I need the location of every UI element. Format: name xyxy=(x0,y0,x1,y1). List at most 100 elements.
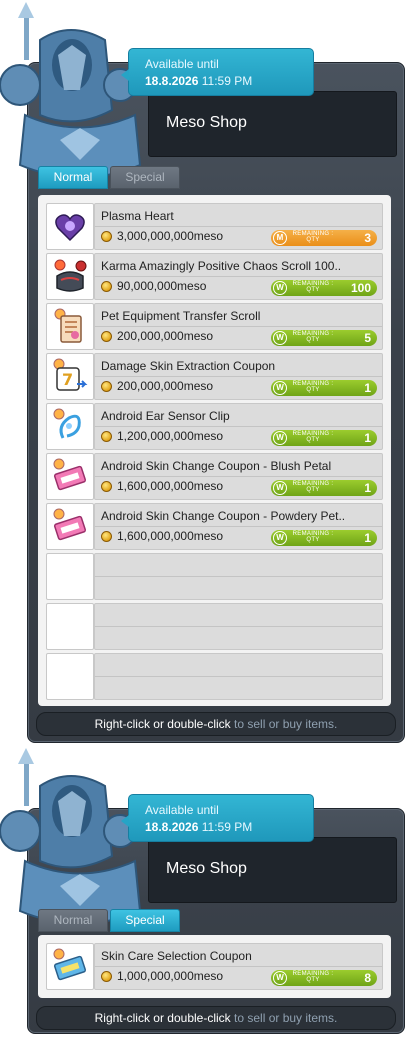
meso-coin-icon xyxy=(101,231,112,242)
item-info: Android Ear Sensor Clip 1,200,000,000mes… xyxy=(94,403,383,450)
list-item[interactable]: Android Ear Sensor Clip 1,200,000,000mes… xyxy=(46,403,383,450)
item-icon-slot xyxy=(46,453,94,500)
item-icon-slot: 7 xyxy=(46,353,94,400)
meso-coin-icon xyxy=(101,971,112,982)
damage-skin-coupon-icon: 7 xyxy=(53,358,88,391)
item-name: Android Skin Change Coupon - Powdery Pet… xyxy=(101,509,346,523)
world-badge-icon: W xyxy=(273,481,287,495)
empty-slot xyxy=(46,653,383,700)
skin-care-coupon-icon xyxy=(53,948,87,981)
tab-special[interactable]: Special xyxy=(110,909,180,932)
remaining-qty-value: 3 xyxy=(364,231,371,245)
pet-scroll-icon xyxy=(54,308,82,343)
meso-coin-icon xyxy=(101,531,112,542)
meso-coin-icon xyxy=(101,431,112,442)
plasma-heart-icon xyxy=(55,214,85,242)
item-name: Skin Care Selection Coupon xyxy=(101,949,252,963)
item-icon-slot xyxy=(46,503,94,550)
remaining-qty-value: 1 xyxy=(364,531,371,545)
availability-datetime: 18.8.2026 11:59 PM xyxy=(145,820,253,834)
remaining-qty-value: 5 xyxy=(364,331,371,345)
list-item[interactable]: Plasma Heart 3,000,000,000meso M REMAINI… xyxy=(46,203,383,250)
svg-text:7: 7 xyxy=(62,370,73,389)
skin-coupon-pink-icon xyxy=(53,458,87,491)
remaining-qty-badge: M REMAINING : QTY 3 xyxy=(271,230,377,246)
item-price: 1,600,000,000meso xyxy=(117,479,224,493)
item-info: Damage Skin Extraction Coupon 200,000,00… xyxy=(94,353,383,400)
item-price: 90,000,000meso xyxy=(117,279,207,293)
footer-hint: Right-click or double-click to sell or b… xyxy=(36,712,396,736)
list-item[interactable]: Karma Amazingly Positive Chaos Scroll 10… xyxy=(46,253,383,300)
item-info: Android Skin Change Coupon - Powdery Pet… xyxy=(94,503,383,550)
remaining-qty-value: 8 xyxy=(364,971,371,985)
item-price: 3,000,000,000meso xyxy=(117,229,224,243)
item-name: Android Skin Change Coupon - Blush Petal xyxy=(101,459,332,473)
remaining-qty-badge: W REMAINING : QTY 1 xyxy=(271,430,377,446)
ear-sensor-clip-icon xyxy=(53,408,81,439)
shop-title: Meso Shop xyxy=(166,114,247,131)
list-item[interactable]: Android Skin Change Coupon - Powdery Pet… xyxy=(46,503,383,550)
item-icon-slot xyxy=(46,253,94,300)
item-list: Skin Care Selection Coupon 1,000,000,000… xyxy=(38,935,391,998)
meso-coin-icon xyxy=(101,381,112,392)
skin-coupon-pink-icon xyxy=(53,508,87,541)
item-name: Karma Amazingly Positive Chaos Scroll 10… xyxy=(101,259,342,273)
remaining-qty-badge: W REMAINING : QTY 8 xyxy=(271,970,377,986)
item-icon-slot xyxy=(46,203,94,250)
remaining-qty-label: REMAINING : QTY xyxy=(292,971,334,983)
footer-hint: Right-click or double-click to sell or b… xyxy=(36,1006,396,1030)
world-badge-icon: M xyxy=(273,231,287,245)
item-name: Android Ear Sensor Clip xyxy=(101,409,230,423)
item-name: Damage Skin Extraction Coupon xyxy=(101,359,276,373)
empty-slot xyxy=(46,603,383,650)
world-badge-icon: W xyxy=(273,331,287,345)
item-icon-slot xyxy=(46,943,94,990)
item-price: 200,000,000meso xyxy=(117,379,214,393)
remaining-qty-label: REMAINING : QTY xyxy=(292,281,334,293)
meso-coin-icon xyxy=(101,481,112,492)
item-price: 200,000,000meso xyxy=(117,329,214,343)
item-price: 1,000,000,000meso xyxy=(117,969,224,983)
remaining-qty-label: REMAINING : QTY xyxy=(292,481,334,493)
meso-shop-window-normal: Available until 18.8.2026 11:59 PM Meso … xyxy=(0,0,406,745)
item-price: 1,600,000,000meso xyxy=(117,529,224,543)
remaining-qty-label: REMAINING : QTY xyxy=(292,381,334,393)
meso-coin-icon xyxy=(101,281,112,292)
remaining-qty-value: 1 xyxy=(364,381,371,395)
item-icon-slot xyxy=(46,303,94,350)
tab-normal[interactable]: Normal xyxy=(38,909,108,932)
item-info: Skin Care Selection Coupon 1,000,000,000… xyxy=(94,943,383,990)
list-item[interactable]: 7 Damage Skin Extraction Coupon 200,000,… xyxy=(46,353,383,400)
remaining-qty-badge: W REMAINING : QTY 5 xyxy=(271,330,377,346)
item-list: Plasma Heart 3,000,000,000meso M REMAINI… xyxy=(38,195,391,706)
list-item[interactable]: Pet Equipment Transfer Scroll 200,000,00… xyxy=(46,303,383,350)
item-price: 1,200,000,000meso xyxy=(117,429,224,443)
remaining-qty-badge: W REMAINING : QTY 1 xyxy=(271,480,377,496)
item-info: Pet Equipment Transfer Scroll 200,000,00… xyxy=(94,303,383,350)
remaining-qty-label: REMAINING : QTY xyxy=(292,531,334,543)
remaining-qty-label: REMAINING : QTY xyxy=(292,431,334,443)
tab-normal[interactable]: Normal xyxy=(38,166,108,189)
remaining-qty-badge: W REMAINING : QTY 1 xyxy=(271,530,377,546)
meso-shop-window-special: Available until 18.8.2026 11:59 PM Meso … xyxy=(0,746,406,1036)
meso-coin-icon xyxy=(101,331,112,342)
availability-bubble: Available until 18.8.2026 11:59 PM xyxy=(121,48,314,96)
world-badge-icon: W xyxy=(273,531,287,545)
remaining-qty-value: 100 xyxy=(350,281,371,295)
item-name: Plasma Heart xyxy=(101,209,174,223)
world-badge-icon: W xyxy=(273,971,287,985)
availability-label: Available until xyxy=(145,803,219,817)
item-info: Android Skin Change Coupon - Blush Petal… xyxy=(94,453,383,500)
world-badge-icon: W xyxy=(273,431,287,445)
remaining-qty-value: 1 xyxy=(364,431,371,445)
remaining-qty-label: REMAINING : QTY xyxy=(292,231,334,243)
item-icon-slot xyxy=(46,403,94,450)
item-name: Pet Equipment Transfer Scroll xyxy=(101,309,261,323)
remaining-qty-badge: W REMAINING : QTY 1 xyxy=(271,380,377,396)
list-item[interactable]: Android Skin Change Coupon - Blush Petal… xyxy=(46,453,383,500)
shop-title: Meso Shop xyxy=(166,860,247,877)
remaining-qty-badge: W REMAINING : QTY 100 xyxy=(271,280,377,296)
list-item[interactable]: Skin Care Selection Coupon 1,000,000,000… xyxy=(46,943,383,990)
remaining-qty-label: REMAINING : QTY xyxy=(292,331,334,343)
tab-special[interactable]: Special xyxy=(110,166,180,189)
